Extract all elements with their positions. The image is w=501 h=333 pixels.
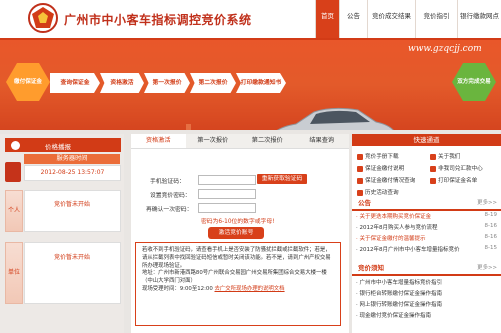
password-hint: 密码为6-10位的数字或字母! — [201, 219, 275, 225]
download-icon — [357, 153, 363, 160]
server-time-label: 服务器时间 — [24, 154, 120, 164]
phone-code-label: 手机验证码： — [150, 179, 185, 185]
personal-price-box — [24, 190, 121, 232]
server-time: 2012-08-25 13:57:07 — [40, 169, 105, 176]
price-board-title: 价格播报 — [45, 143, 71, 151]
announcement-item[interactable]: · 2012年8月广州市中小客车增量指标竞价 8-15 — [356, 245, 497, 253]
server-time-box: 2012-08-25 13:57:07 — [24, 165, 121, 181]
city-skyline-image — [186, 124, 191, 130]
step-query-deposit: 查询保证金 — [50, 73, 100, 93]
quick-link-history[interactable]: 历史活动查询 — [357, 188, 399, 196]
step-first-bid: 第一次报价 — [144, 73, 190, 93]
clock-icon — [11, 141, 20, 150]
guide-more-link[interactable]: 更多>> — [471, 262, 497, 274]
guide-item[interactable]: · 现金缴付竞价保证金操作指南 — [356, 311, 497, 319]
quick-link-print-list[interactable]: 打印保证金名单 — [430, 176, 477, 184]
get-code-button[interactable]: 重新获取验证码 — [257, 174, 307, 184]
step-complete-deal: 双方完成交易 — [452, 63, 496, 101]
tab-first-bid[interactable]: 第一次报价 — [186, 134, 241, 148]
announcement-item[interactable]: · 2012年8月购买人参与竞价流程 8-16 — [356, 223, 497, 231]
history-icon — [357, 189, 363, 196]
guide-item[interactable]: · 网上银行转账缴付保证金操作指南 — [356, 300, 497, 308]
nav-announcements[interactable]: 公告 — [339, 0, 367, 38]
announcements-more-link[interactable]: 更多>> — [471, 197, 497, 209]
bid-tabs: 资格激活 第一次报价 第二次报价 结果查询 — [131, 134, 349, 149]
quick-link-deposit-guide[interactable]: 保证金缴付说明 — [357, 164, 404, 172]
notice-address: 地址：广州市新港西路80号广州联合交易园广州交易所集团综合交易大楼一楼（中山大学… — [142, 270, 327, 285]
price-board-header: 价格播报 — [5, 138, 121, 152]
unit-price-status: 竞价暂未开始 — [53, 254, 90, 261]
activate-button[interactable]: 激活竞价账号 — [208, 227, 264, 239]
step-second-bid: 第二次报价 — [190, 73, 236, 93]
tab-unit[interactable]: 单位 — [5, 242, 23, 304]
info-icon — [430, 153, 436, 160]
emblem-logo-icon — [28, 3, 58, 33]
top-nav: 首页 公告 竞价成交结果 竞价指引 银行缴款网点 — [315, 0, 501, 38]
site-header: 广州市中小客车指标调控竞价系统 首页 公告 竞价成交结果 竞价指引 银行缴款网点 — [0, 0, 501, 40]
nav-results[interactable]: 竞价成交结果 — [367, 0, 415, 38]
step-activate: 资格激活 — [100, 73, 144, 93]
banner-url: www.gzqcjj.com — [408, 44, 482, 54]
car-image — [276, 107, 394, 130]
nav-bank-outlets[interactable]: 银行缴款网点 — [457, 0, 501, 38]
set-password-input[interactable] — [198, 189, 256, 199]
document-icon — [357, 165, 363, 172]
set-password-label: 设置竞价密码： — [150, 193, 191, 199]
search-icon — [357, 177, 363, 184]
quick-link-about[interactable]: 关于我们 — [430, 152, 460, 160]
confirm-password-label: 再确认一次密码： — [146, 207, 193, 213]
tab-personal[interactable]: 个人 — [5, 190, 23, 232]
quick-link-deposit-query[interactable]: 保证金缴付情况查询 — [357, 176, 415, 184]
announcement-item[interactable]: · 关于保证金缴付的温馨提示 8-16 — [356, 234, 497, 242]
tab-result-query[interactable]: 结果查询 — [295, 134, 350, 148]
guide-item[interactable]: · 广州市中小客车增量指标竞价指引 — [356, 278, 497, 286]
tab-second-bid[interactable]: 第二次报价 — [240, 134, 295, 148]
site-title: 广州市中小客车指标调控竞价系统 — [64, 13, 252, 27]
activation-notice: 若收不到手机验证码，请查看手机上是否安装了防骚扰拦截或拦截软件；若是，请从拦截列… — [135, 242, 341, 326]
step-print-notice: 打印缴款通知书 — [236, 73, 286, 93]
announcements-header: 公告 更多>> — [352, 197, 501, 211]
nav-guide[interactable]: 竞价指引 — [415, 0, 457, 38]
announcement-item[interactable]: · 关于更迭本期购买竞价保证金 8-19 — [356, 212, 497, 220]
notice-doc-link[interactable]: 去广交所现场办理的说明文档 — [214, 286, 284, 292]
step-pay-deposit: 缴付保证金 — [6, 63, 50, 101]
print-icon — [430, 177, 436, 184]
phone-code-input[interactable] — [198, 175, 256, 185]
guide-item[interactable]: · 银行柜台转账缴付保证金操作指南 — [356, 289, 497, 297]
confirm-password-input[interactable] — [198, 203, 256, 213]
tab-activate[interactable]: 资格激活 — [131, 134, 186, 148]
guide-header: 竞价须知 更多>> — [352, 262, 501, 276]
quick-link-manual[interactable]: 竞价手册下载 — [357, 152, 399, 160]
notice-hours: 现场受理时间：9:00至12:00 — [142, 285, 213, 292]
nav-home[interactable]: 首页 — [315, 0, 339, 38]
quick-link-remittance[interactable]: 非我司兑汇款中心 — [430, 164, 483, 172]
personal-price-status: 竞价暂未开始 — [53, 201, 90, 208]
quick-links-header: 快速通道 — [352, 134, 501, 146]
notice-paragraph: 若收不到手机验证码，请查看手机上是否安装了防骚扰拦截或拦截软件；若是，请从拦截列… — [142, 247, 331, 269]
prev-arrow-icon[interactable] — [5, 162, 21, 182]
bank-icon — [430, 165, 436, 172]
process-banner: www.gzqcjj.com 缴付保证金 查询保证金 资格激活 第一次报价 第二… — [0, 40, 501, 130]
